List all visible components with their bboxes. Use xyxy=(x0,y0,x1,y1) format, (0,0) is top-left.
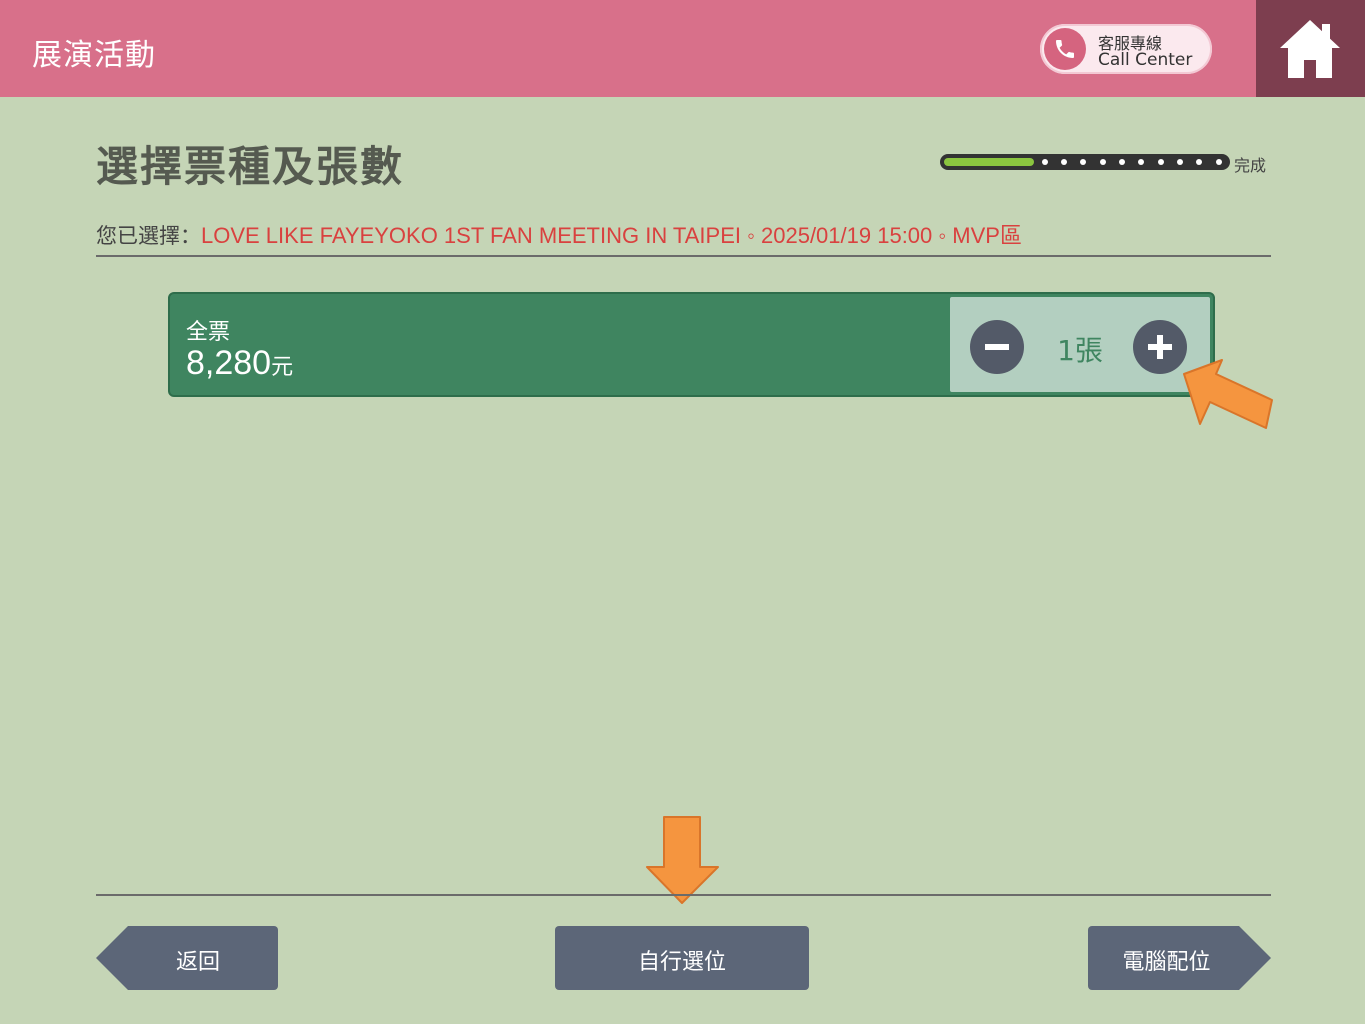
header-bar: 展演活動 客服專線 Call Center xyxy=(0,0,1256,97)
ticket-price-amount: 8,280 xyxy=(186,344,272,382)
progress-label: 完成 xyxy=(1234,156,1267,175)
phone-icon xyxy=(1044,28,1086,70)
progress-fill xyxy=(944,158,1034,166)
plus-icon xyxy=(1148,335,1172,359)
progress-dot xyxy=(1216,159,1222,165)
divider xyxy=(96,894,1271,896)
call-center-button[interactable]: 客服專線 Call Center xyxy=(1040,24,1212,74)
ticket-price-unit: 元 xyxy=(271,355,294,380)
quantity-stepper: 1張 xyxy=(950,297,1210,392)
progress-dot xyxy=(1100,159,1106,165)
selection-label: 您已選擇： xyxy=(96,224,201,248)
self-select-seat-button[interactable]: 自行選位 xyxy=(555,926,809,990)
header-title: 展演活動 xyxy=(32,38,156,73)
quantity-value: 1張 xyxy=(1057,334,1103,367)
progress-dot xyxy=(1061,159,1067,165)
progress-dot xyxy=(1138,159,1144,165)
selection-value: LOVE LIKE FAYEYOKO 1ST FAN MEETING IN TA… xyxy=(201,223,1022,248)
progress-dot xyxy=(1119,159,1125,165)
auto-assign-seat-label: 電腦配位 xyxy=(1122,949,1211,974)
progress-dot xyxy=(1158,159,1164,165)
minus-icon xyxy=(985,344,1009,350)
back-button-label: 返回 xyxy=(175,949,220,974)
pointer-arrow-icon xyxy=(1183,359,1273,429)
divider xyxy=(96,255,1271,257)
progress-dot xyxy=(1042,159,1048,165)
ticket-row: 全票 8,280元 1張 xyxy=(168,292,1215,397)
progress-dot xyxy=(1080,159,1086,165)
increase-quantity-button[interactable] xyxy=(1133,320,1187,374)
page-title: 選擇票種及張數 xyxy=(96,142,405,191)
progress-bar xyxy=(940,154,1230,170)
ticket-type: 全票 xyxy=(186,320,231,345)
decrease-quantity-button[interactable] xyxy=(970,320,1024,374)
progress-dot xyxy=(1196,159,1202,165)
home-button[interactable] xyxy=(1256,0,1365,97)
back-button[interactable]: 返回 xyxy=(96,926,278,990)
home-icon xyxy=(1280,20,1340,78)
ticket-price: 8,280元 xyxy=(186,344,293,383)
self-select-seat-label: 自行選位 xyxy=(637,949,726,974)
call-center-label-en: Call Center xyxy=(1098,50,1193,70)
progress-dot xyxy=(1177,159,1183,165)
selection-info: 您已選擇：LOVE LIKE FAYEYOKO 1ST FAN MEETING … xyxy=(96,218,1022,250)
auto-assign-seat-button[interactable]: 電腦配位 xyxy=(1088,926,1271,990)
